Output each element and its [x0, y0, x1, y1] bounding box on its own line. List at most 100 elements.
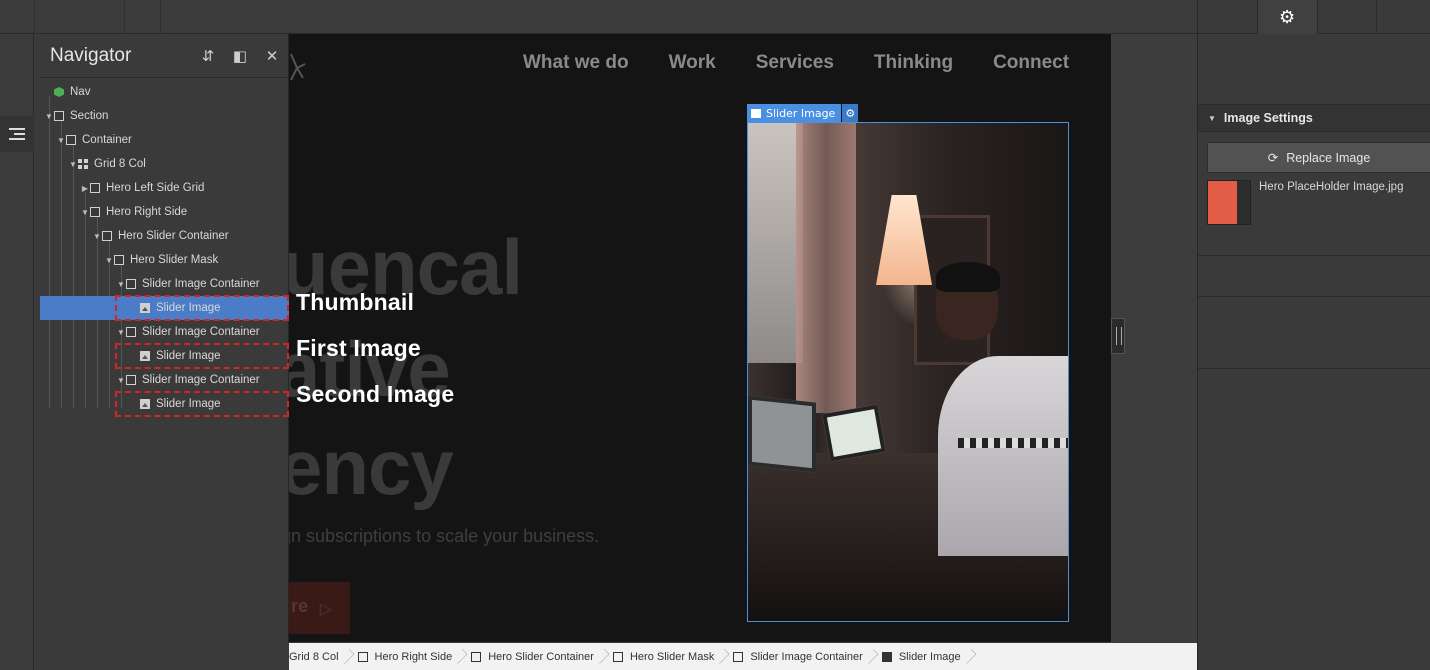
tab-style[interactable]: [1198, 0, 1258, 34]
toolbar-divider: [34, 0, 35, 34]
tree-row-label: Section: [70, 110, 109, 122]
settings-panel: ⚙ ▼ Image Settings ⟳ Replace Image Hero …: [1197, 0, 1430, 670]
selected-slider-image[interactable]: [747, 122, 1069, 622]
chevron-down-icon[interactable]: ▼: [104, 256, 114, 265]
panel-divider: [1198, 255, 1430, 256]
collapse-all-icon[interactable]: ⇵: [192, 47, 224, 65]
chevron-down-icon[interactable]: ▼: [116, 376, 126, 385]
chevron-down-icon[interactable]: ▼: [44, 112, 54, 121]
tree-row-slider-container[interactable]: ▼ Hero Slider Container: [40, 224, 289, 248]
photo-person-hair: [936, 262, 1000, 292]
selection-tag-label: Slider Image: [747, 104, 842, 122]
toolbar-divider: [160, 0, 161, 34]
tree-row-hero-right[interactable]: ▼ Hero Right Side: [40, 200, 289, 224]
refresh-icon: ⟳: [1267, 151, 1279, 165]
play-arrow-icon: ▷: [319, 598, 332, 618]
nav-link-thinking[interactable]: Thinking: [874, 52, 953, 74]
hero-cta-button[interactable]: re ▷: [289, 582, 350, 634]
box-icon: [612, 651, 623, 662]
tree-row-image-container[interactable]: ▼ Slider Image Container: [40, 320, 289, 344]
chevron-down-icon[interactable]: ▼: [116, 280, 126, 289]
photo-curtain: [796, 123, 856, 413]
image-settings-header[interactable]: ▼ Image Settings: [1198, 104, 1430, 132]
breadcrumb-label: Hero Slider Mask: [629, 650, 715, 663]
chevron-right-icon[interactable]: ▶: [80, 184, 90, 193]
gear-icon: ⚙: [1279, 6, 1296, 28]
breadcrumb-item[interactable]: Slider Image Container: [722, 643, 879, 670]
tree-row-label: Grid 8 Col: [94, 158, 146, 170]
settings-tabs: ⚙: [1198, 0, 1430, 34]
box-icon: [126, 279, 136, 289]
breadcrumb-item[interactable]: Hero Slider Container: [460, 643, 610, 670]
tree-row-label: Slider Image Container: [142, 374, 260, 386]
chevron-down-icon[interactable]: ▼: [116, 328, 126, 337]
tree-row-slider-mask[interactable]: ▼ Hero Slider Mask: [40, 248, 289, 272]
tree-row-label: Slider Image: [156, 398, 221, 410]
canvas-resize-handle[interactable]: [1111, 318, 1125, 354]
tab-extra[interactable]: [1377, 0, 1430, 34]
box-icon: [66, 135, 76, 145]
tree-row-container[interactable]: ▼ Container: [40, 128, 289, 152]
photo-window: [748, 123, 803, 363]
nav-link-work[interactable]: Work: [669, 52, 716, 74]
chevron-down-icon[interactable]: ▼: [56, 136, 66, 145]
tree-row-label: Hero Slider Container: [118, 230, 229, 242]
tab-interactions[interactable]: [1318, 0, 1378, 34]
tree-row-hero-left[interactable]: ▶ Hero Left Side Grid: [40, 176, 289, 200]
nav-link-connect[interactable]: Connect: [993, 52, 1069, 74]
tree-row-label: Container: [82, 134, 132, 146]
navigator-toggle-button[interactable]: [0, 116, 34, 152]
breadcrumb-label: Hero Right Side: [374, 650, 453, 663]
nav-link-what-we-do[interactable]: What we do: [523, 52, 629, 74]
tree-row-slider-image[interactable]: Slider Image: [40, 392, 289, 416]
hero-heading-line: ency: [289, 423, 454, 511]
tree-row-slider-image[interactable]: Slider Image: [40, 296, 289, 320]
replace-image-label: Replace Image: [1286, 150, 1371, 165]
nav-link-services[interactable]: Services: [756, 52, 834, 74]
tree-row-image-container[interactable]: ▼ Slider Image Container: [40, 272, 289, 296]
dock-panel-icon[interactable]: ◧: [224, 47, 256, 65]
image-thumbnail[interactable]: [1207, 180, 1251, 225]
box-icon: [357, 651, 368, 662]
image-icon: [140, 303, 150, 313]
chevron-down-icon[interactable]: ▼: [68, 160, 78, 169]
breadcrumb-item[interactable]: Hero Right Side: [347, 643, 468, 670]
tree-row-label: Slider Image: [156, 302, 221, 314]
cube-icon: [54, 87, 64, 97]
tree-row-nav[interactable]: Nav: [40, 80, 289, 104]
tree-row-image-container[interactable]: ▼ Slider Image Container: [40, 368, 289, 392]
box-icon: [126, 375, 136, 385]
tree-row-section[interactable]: ▼ Section: [40, 104, 289, 128]
photo-person-torso: [938, 356, 1068, 556]
box-icon: [114, 255, 124, 265]
box-icon: [733, 651, 744, 662]
box-icon: [54, 111, 64, 121]
navigator-icon: [9, 125, 25, 143]
hero-cta-label: re: [291, 596, 309, 616]
tree-row-label: Hero Left Side Grid: [106, 182, 205, 194]
breadcrumb-item[interactable]: Grid 8 Col: [289, 643, 354, 670]
panel-divider: [1198, 296, 1430, 297]
logo-mark: [290, 53, 306, 81]
photo-lamp: [876, 195, 932, 285]
selection-tag[interactable]: Slider Image ⚙: [747, 104, 859, 122]
gear-icon[interactable]: ⚙: [842, 104, 859, 122]
photo-person-stripe: [958, 438, 1068, 448]
image-icon: [140, 351, 150, 361]
chevron-down-icon[interactable]: ▼: [80, 208, 90, 217]
box-icon: [90, 207, 100, 217]
box-icon: [126, 327, 136, 337]
box-icon: [90, 183, 100, 193]
image-icon: [751, 108, 761, 118]
breadcrumb-item[interactable]: Slider Image: [871, 643, 977, 670]
close-icon[interactable]: ✕: [256, 47, 288, 65]
tree-row-slider-image[interactable]: Slider Image: [40, 344, 289, 368]
replace-image-button[interactable]: ⟳ Replace Image: [1207, 142, 1430, 173]
tab-settings[interactable]: ⚙: [1257, 0, 1318, 34]
annotation-thumbnail: Thumbnail: [296, 289, 415, 315]
breadcrumb-label: Slider Image: [898, 650, 961, 663]
chevron-down-icon[interactable]: ▼: [92, 232, 102, 241]
tree-row-grid[interactable]: ▼ Grid 8 Col: [40, 152, 289, 176]
breadcrumb-item[interactable]: Hero Slider Mask: [602, 643, 730, 670]
breadcrumb-label: Hero Slider Container: [488, 650, 594, 663]
